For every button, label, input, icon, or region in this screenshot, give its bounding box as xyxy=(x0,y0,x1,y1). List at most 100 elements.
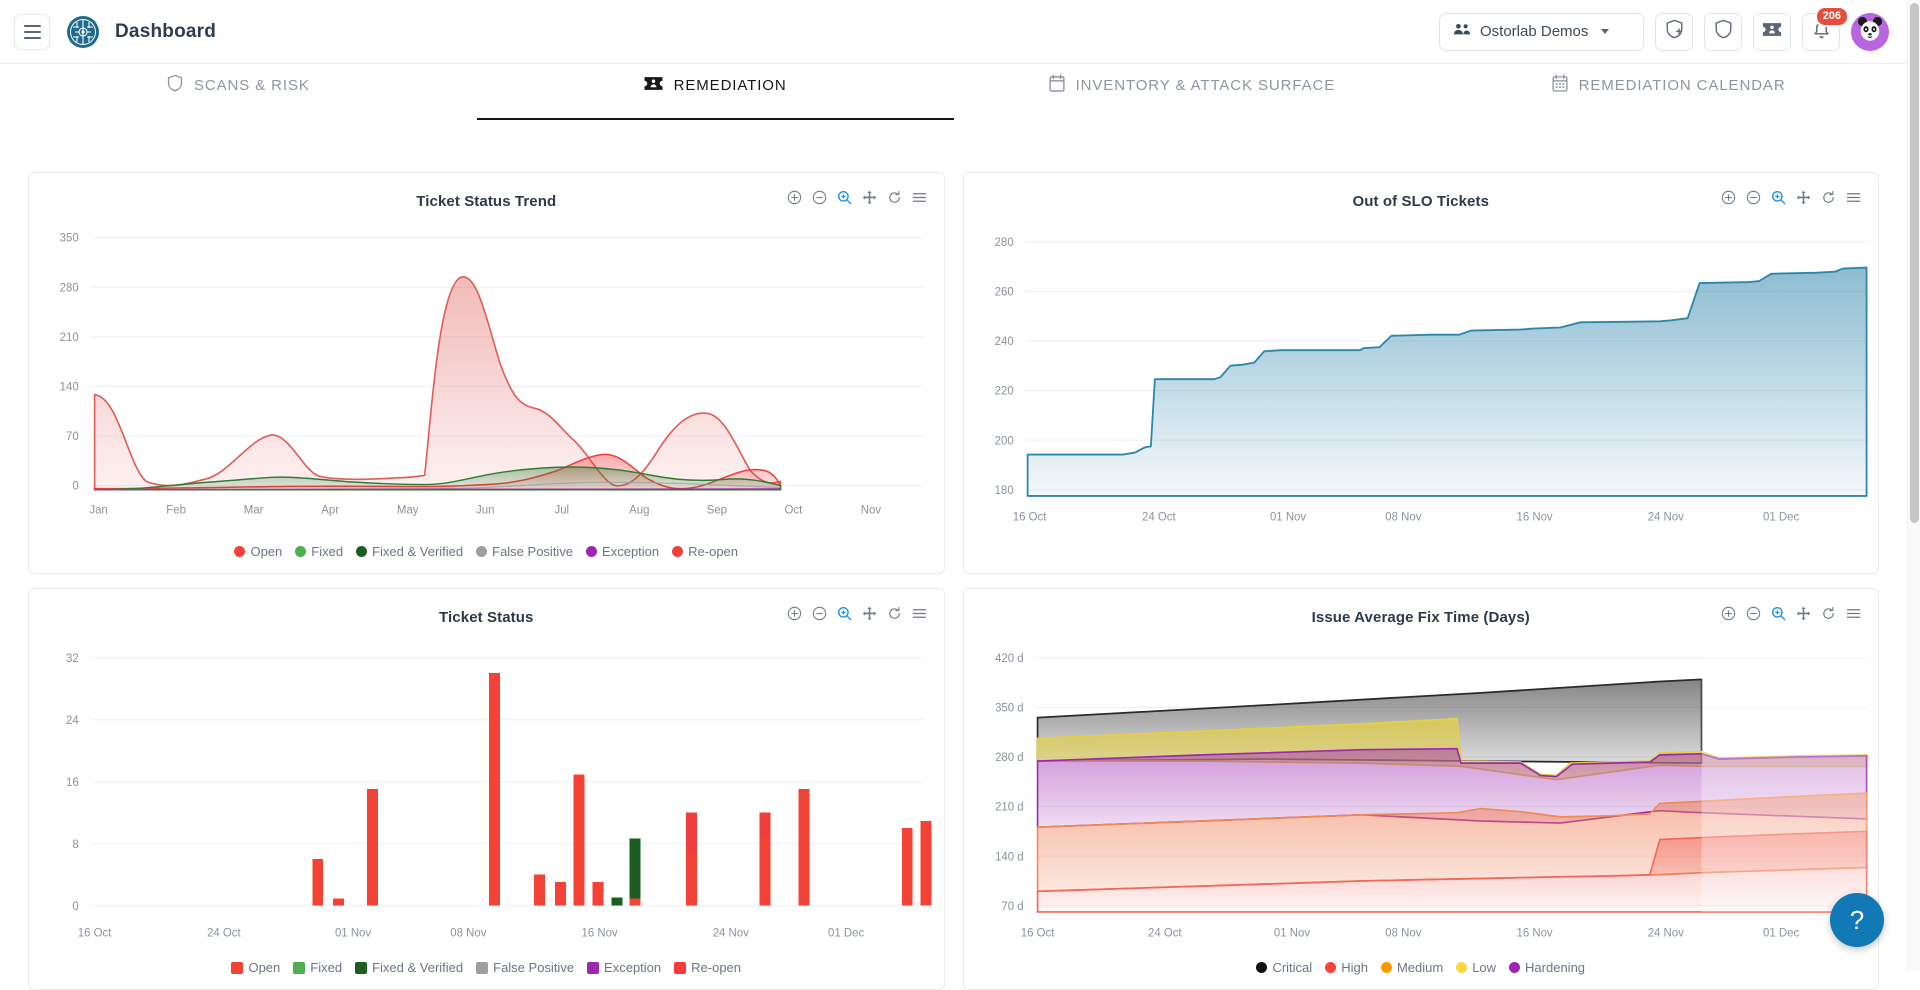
legend-label: Open xyxy=(250,544,282,559)
legend-item-low[interactable]: Low xyxy=(1456,960,1496,975)
y-axis-tick-labels: 350 280 210 140 70 0 xyxy=(60,232,80,493)
table-row xyxy=(629,899,640,906)
tab-remediation[interactable]: REMEDIATION xyxy=(477,64,954,120)
hamburger-icon xyxy=(24,25,41,27)
tab-label: REMEDIATION xyxy=(674,77,787,94)
scrollbar-thumb[interactable] xyxy=(1910,3,1919,523)
selection-zoom-icon[interactable] xyxy=(1771,190,1786,205)
legend-color-dot xyxy=(234,546,245,557)
tab-scans-and-risk[interactable]: SCANS & RISK xyxy=(0,64,477,120)
svg-text:May: May xyxy=(397,503,419,516)
legend-label: Critical xyxy=(1272,960,1312,975)
table-row xyxy=(312,859,323,906)
zoom-out-icon[interactable] xyxy=(812,606,827,621)
table-row xyxy=(489,673,500,906)
table-row xyxy=(333,899,344,903)
tickets-button[interactable] xyxy=(1753,13,1791,51)
notification-count-badge: 206 xyxy=(1815,6,1849,27)
reset-zoom-icon[interactable] xyxy=(1821,190,1836,205)
table-row xyxy=(555,882,566,906)
svg-text:420 d: 420 d xyxy=(995,652,1024,665)
chart-plot-area[interactable]: 32 24 16 8 0 xyxy=(29,635,944,945)
issue-fix-time-svg: 420 d 350 d 280 d 210 d 140 d 70 d 16 Oc… xyxy=(964,635,1879,945)
security-button[interactable] xyxy=(1704,13,1742,51)
svg-text:70 d: 70 d xyxy=(1001,900,1023,913)
legend-item-fixed-verified[interactable]: Fixed & Verified xyxy=(355,960,463,975)
legend-item-false-positive[interactable]: False Positive xyxy=(476,960,574,975)
chart-toolbar xyxy=(787,190,927,205)
ticket-status-trend-svg: 350 280 210 140 70 0 Jan Feb Mar Apr xyxy=(29,219,944,529)
svg-text:140 d: 140 d xyxy=(995,850,1024,863)
menu-icon[interactable] xyxy=(1846,606,1861,621)
reset-zoom-icon[interactable] xyxy=(1821,606,1836,621)
reset-zoom-icon[interactable] xyxy=(887,606,902,621)
page-scrollbar[interactable] xyxy=(1907,0,1920,971)
zoom-in-icon[interactable] xyxy=(787,606,802,621)
zoom-in-icon[interactable] xyxy=(1721,190,1736,205)
menu-icon[interactable] xyxy=(912,606,927,621)
hamburger-menu-button[interactable] xyxy=(14,14,50,50)
legend-item-reopen[interactable]: Re-open xyxy=(674,960,741,975)
legend-label: Fixed & Verified xyxy=(372,544,463,559)
legend-color-square xyxy=(674,962,686,974)
notifications-button[interactable]: 206 xyxy=(1802,13,1840,51)
chart-legend: Open Fixed Fixed & Verified False Positi… xyxy=(29,544,944,559)
legend-label: False Positive xyxy=(493,960,574,975)
legend-item-hardening[interactable]: Hardening xyxy=(1509,960,1585,975)
help-button[interactable]: ? xyxy=(1830,893,1884,947)
chart-plot-area[interactable]: 280 260 240 220 200 180 16 Oct 24 Oct 01… xyxy=(964,219,1879,529)
zoom-in-icon[interactable] xyxy=(787,190,802,205)
legend-item-fixed[interactable]: Fixed xyxy=(293,960,342,975)
panning-icon[interactable] xyxy=(1796,606,1811,621)
legend-label: Fixed xyxy=(310,960,342,975)
legend-item-high[interactable]: High xyxy=(1325,960,1368,975)
table-row xyxy=(686,852,697,906)
legend-item-exception[interactable]: Exception xyxy=(586,544,659,559)
legend-label: Fixed & Verified xyxy=(372,960,463,975)
legend-item-fixed-verified[interactable]: Fixed & Verified xyxy=(356,544,463,559)
table-row xyxy=(333,903,344,906)
user-avatar[interactable] xyxy=(1851,13,1889,51)
legend-item-critical[interactable]: Critical xyxy=(1256,960,1312,975)
hamburger-icon xyxy=(24,31,41,33)
y-axis-tick-labels: 32 24 16 8 0 xyxy=(66,652,79,913)
panning-icon[interactable] xyxy=(862,190,877,205)
menu-icon[interactable] xyxy=(912,190,927,205)
selection-zoom-icon[interactable] xyxy=(837,190,852,205)
panning-icon[interactable] xyxy=(1796,190,1811,205)
tab-remediation-calendar[interactable]: REMEDIATION CALENDAR xyxy=(1430,64,1907,120)
selection-zoom-icon[interactable] xyxy=(837,606,852,621)
tab-inventory-attack-surface[interactable]: INVENTORY & ATTACK SURFACE xyxy=(954,64,1431,120)
header-actions: Ostorlab Demos xyxy=(1439,13,1889,51)
legend-item-open[interactable]: Open xyxy=(231,960,280,975)
chart-plot-area[interactable]: 420 d 350 d 280 d 210 d 140 d 70 d 16 Oc… xyxy=(964,635,1879,945)
selection-zoom-icon[interactable] xyxy=(1771,606,1786,621)
widget-out-of-slo-tickets: Out of SLO Tickets xyxy=(963,172,1880,574)
legend-item-false-positive[interactable]: False Positive xyxy=(476,544,573,559)
zoom-in-icon[interactable] xyxy=(1721,606,1736,621)
zoom-out-icon[interactable] xyxy=(1746,190,1761,205)
chart-toolbar xyxy=(1721,190,1861,205)
legend-item-exception[interactable]: Exception xyxy=(587,960,661,975)
reset-zoom-icon[interactable] xyxy=(887,190,902,205)
table-row xyxy=(367,789,378,906)
chart-plot-area[interactable]: 350 280 210 140 70 0 Jan Feb Mar Apr xyxy=(29,219,944,529)
x-axis-tick-labels: 16 Oct 24 Oct 01 Nov 08 Nov 16 Nov 24 No… xyxy=(1020,927,1799,940)
add-scan-button[interactable] xyxy=(1655,13,1693,51)
panning-icon[interactable] xyxy=(862,606,877,621)
zoom-out-icon[interactable] xyxy=(812,190,827,205)
widget-ticket-status-trend: Ticket Status Trend xyxy=(28,172,945,574)
legend-item-open[interactable]: Open xyxy=(234,544,282,559)
shield-icon xyxy=(167,74,183,97)
legend-item-fixed[interactable]: Fixed xyxy=(295,544,343,559)
organization-switcher[interactable]: Ostorlab Demos xyxy=(1439,13,1644,51)
menu-icon[interactable] xyxy=(1846,190,1861,205)
zoom-out-icon[interactable] xyxy=(1746,606,1761,621)
legend-color-dot xyxy=(356,546,367,557)
svg-text:32: 32 xyxy=(66,652,79,665)
widget-issue-average-fix-time: Issue Average Fix Time (Days) xyxy=(963,588,1880,990)
legend-item-reopen[interactable]: Re-open xyxy=(672,544,738,559)
dashboard-widgets-grid: Ticket Status Trend xyxy=(0,124,1907,971)
legend-item-medium[interactable]: Medium xyxy=(1381,960,1443,975)
legend-label: High xyxy=(1341,960,1368,975)
